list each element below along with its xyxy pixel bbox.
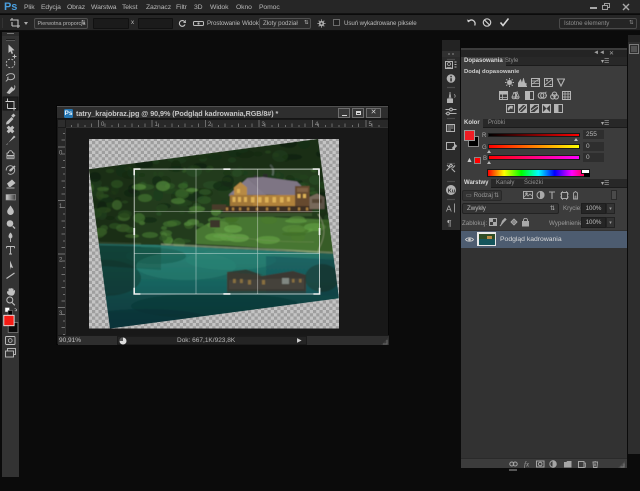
- svg-text:Ku: Ku: [448, 188, 455, 194]
- svg-text:A: A: [446, 204, 452, 214]
- svg-text:fx: fx: [524, 461, 530, 469]
- svg-text:¶: ¶: [447, 218, 452, 228]
